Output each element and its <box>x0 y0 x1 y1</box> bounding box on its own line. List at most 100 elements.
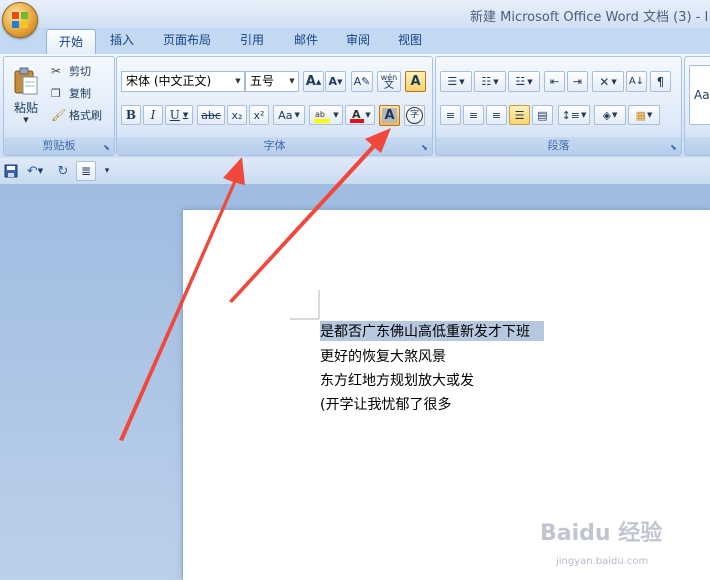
tab-home[interactable]: 开始 <box>46 29 96 55</box>
tab-page-layout[interactable]: 页面布局 <box>154 28 220 52</box>
clear-formatting-button[interactable]: A✎ <box>351 71 373 92</box>
borders-button[interactable]: ▦ ▼ <box>628 105 660 125</box>
scissors-icon: ✂ <box>51 64 62 78</box>
cut-button[interactable]: ✂ 剪切 <box>50 61 110 81</box>
shrink-font-button[interactable]: A ▼ <box>325 71 346 92</box>
strikethrough-button[interactable]: abc <box>197 105 225 125</box>
tab-references[interactable]: 引用 <box>230 28 274 52</box>
justify-button[interactable]: ☰ <box>509 105 530 125</box>
align-left-button[interactable]: ≡ <box>440 105 461 125</box>
enclose-characters-button[interactable]: 字 <box>404 105 425 126</box>
styles-group: Aa <box>684 56 710 156</box>
distributed-button[interactable]: ▤ <box>532 105 553 125</box>
undo-icon: ↶ <box>26 163 38 179</box>
character-border-button[interactable]: A <box>405 71 426 92</box>
baidu-watermark: Baidu 经验 <box>540 521 663 546</box>
style-preview-normal[interactable]: Aa <box>689 65 710 125</box>
paragraph-launcher-icon[interactable]: ⬊ <box>669 143 678 152</box>
highlighter-icon: ab <box>314 110 331 123</box>
font-size-value: 五号 <box>250 74 275 88</box>
subscript-button[interactable]: x₂ <box>227 105 247 125</box>
bold-button[interactable]: B <box>121 105 141 125</box>
font-color-button[interactable]: A ▼ <box>345 105 375 125</box>
paste-button[interactable]: 粘贴 ▼ <box>6 59 46 131</box>
tab-insert[interactable]: 插入 <box>100 28 144 52</box>
decrease-indent-button[interactable]: ⇤ <box>544 71 565 92</box>
undo-button[interactable]: ↶ ▼ <box>22 162 48 180</box>
ribbon-tab-bar: 开始 插入 页面布局 引用 邮件 审阅 视图 <box>0 28 710 55</box>
chevron-down-icon: ▼ <box>459 77 465 86</box>
numbering-button[interactable]: ☷ ▼ <box>474 71 506 92</box>
document-line-selected[interactable]: 是都否广东佛山高低重新发才下班 <box>320 321 544 341</box>
font-size-combo[interactable]: 五号 ▼ <box>245 71 299 92</box>
clipboard-group: 粘贴 ▼ ✂ 剪切 ❐ 复制 🖌 格式刷 剪贴板 ⬊ <box>3 56 115 156</box>
eraser-icon: A✎ <box>353 75 371 88</box>
font-name-value: 宋体 (中文正文) <box>126 74 212 88</box>
ribbon: 粘贴 ▼ ✂ 剪切 ❐ 复制 🖌 格式刷 剪贴板 ⬊ 宋体 (中文正文) ▼ 五… <box>0 54 710 159</box>
superscript-button[interactable]: x² <box>249 105 269 125</box>
quick-access-toolbar: ↶ ▼ ↻ ≣ ▾ <box>0 158 710 185</box>
change-case-label: Aa <box>278 108 293 122</box>
save-button[interactable] <box>2 162 20 180</box>
chevron-down-icon: ▼ <box>294 111 300 119</box>
document-line[interactable]: 更好的恢复大煞风景 <box>320 346 446 366</box>
sort-icon: A↓ <box>628 76 645 87</box>
change-case-button[interactable]: Aa ▼ <box>273 105 305 125</box>
document-line[interactable]: (开学让我忧郁了很多 <box>320 394 451 414</box>
paste-label: 粘贴 <box>13 101 38 115</box>
save-icon <box>4 164 18 178</box>
line-spacing-button[interactable]: ↕≡ ▼ <box>558 105 590 125</box>
office-button[interactable] <box>2 2 38 38</box>
style-preview-label: Aa <box>694 88 710 102</box>
redo-icon: ↻ <box>57 163 69 179</box>
format-painter-button[interactable]: 🖌 格式刷 <box>50 105 110 125</box>
align-right-button[interactable]: ≡ <box>486 105 507 125</box>
quick-align-button[interactable]: ≣ <box>76 161 96 181</box>
underline-button[interactable]: U ▼ <box>165 105 193 125</box>
enclose-characters-icon: 字 <box>406 107 423 124</box>
office-logo-icon <box>12 12 28 28</box>
multilevel-list-button[interactable]: ☳ ▼ <box>508 71 540 92</box>
multilevel-list-icon: ☳ <box>515 75 526 88</box>
chevron-down-icon: ▼ <box>527 77 533 86</box>
show-marks-button[interactable]: ¶ <box>650 71 671 92</box>
character-shading-button[interactable]: A <box>379 105 400 126</box>
align-right-icon: ≡ <box>491 108 502 122</box>
shading-button[interactable]: ◈ ▼ <box>594 105 626 125</box>
numbered-list-icon: ☷ <box>481 75 492 88</box>
align-center-button[interactable]: ≡ <box>463 105 484 125</box>
tab-review[interactable]: 审阅 <box>336 28 380 52</box>
redo-button[interactable]: ↻ <box>54 162 72 180</box>
chevron-down-icon[interactable]: ▼ <box>286 72 298 91</box>
tab-mailings[interactable]: 邮件 <box>284 28 328 52</box>
italic-button[interactable]: I <box>143 105 163 125</box>
sort-button[interactable]: A↓ <box>626 71 647 92</box>
copy-button[interactable]: ❐ 复制 <box>50 83 110 103</box>
cut-label: 剪切 <box>69 65 91 78</box>
borders-icon: ▦ <box>635 108 646 122</box>
chinese-layout-icon: ✕ <box>599 74 610 89</box>
chinese-layout-button[interactable]: ✕ ▼ <box>592 71 624 92</box>
phonetic-guide-button[interactable]: wén 文 <box>377 71 401 92</box>
bullets-button[interactable]: ☰ ▼ <box>440 71 472 92</box>
align-center-icon: ≡ <box>468 108 479 122</box>
title-bar: 新建 Microsoft Office Word 文档 (3) - I <box>0 0 710 28</box>
align-left-icon: ≡ <box>445 108 456 122</box>
chevron-down-icon[interactable]: ▼ <box>232 72 244 91</box>
shrink-font-icon: A <box>328 75 338 88</box>
grow-font-button[interactable]: A ▲ <box>303 71 324 92</box>
chevron-down-icon: ▼ <box>612 111 618 119</box>
copy-icon: ❐ <box>51 86 61 100</box>
svg-text:ab: ab <box>315 110 325 119</box>
document-line[interactable]: 东方红地方规划放大或发 <box>320 370 474 390</box>
clipboard-launcher-icon[interactable]: ⬊ <box>102 143 111 152</box>
font-launcher-icon[interactable]: ⬊ <box>420 143 429 152</box>
font-name-combo[interactable]: 宋体 (中文正文) ▼ <box>121 71 245 92</box>
styles-group-label <box>685 137 710 155</box>
highlight-color-button[interactable]: ab ▼ <box>309 105 343 125</box>
increase-indent-button[interactable]: ⇥ <box>567 71 588 92</box>
tab-view[interactable]: 视图 <box>388 28 432 52</box>
line-spacing-icon: ↕≡ <box>561 108 581 122</box>
customize-qat-button[interactable]: ▾ <box>100 162 114 180</box>
chevron-down-icon: ▼ <box>333 111 339 119</box>
